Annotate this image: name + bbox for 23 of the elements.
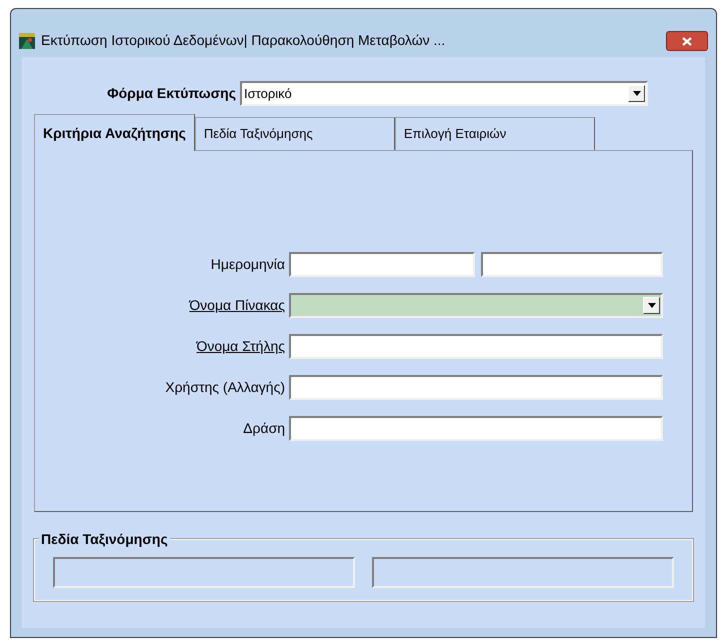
date-from-field[interactable]: [289, 252, 475, 277]
window-title: Εκτύπωση Ιστορικού Δεδομένων| Παρακολούθηση Μεταβολών ...: [41, 31, 446, 50]
tab[interactable]: Πεδία Ταξινόμησης: [194, 117, 395, 150]
text-field[interactable]: [289, 334, 663, 359]
caret-icon: [632, 91, 640, 96]
field-label: Δράση: [242, 419, 285, 438]
print-form-combo[interactable]: Ιστορικό: [240, 81, 648, 106]
tab[interactable]: Κριτήρια Αναζήτησης: [34, 114, 195, 151]
caret-icon: [648, 303, 656, 308]
print-form-label: Φόρμα Εκτύπωσης: [106, 84, 236, 103]
field-label[interactable]: Όνομα Πίνακας: [35, 295, 285, 316]
dropdown-button[interactable]: [643, 297, 660, 314]
close-icon: [682, 36, 692, 46]
tab[interactable]: Επιλογή Εταιριών: [394, 117, 595, 150]
field-label[interactable]: Όνομα Στήλης: [35, 336, 285, 357]
dropdown-button[interactable]: [628, 85, 645, 102]
close-button[interactable]: [666, 31, 708, 51]
text-field[interactable]: [289, 416, 663, 441]
field-label: Ημερομηνία: [210, 255, 285, 274]
date-to-field[interactable]: [481, 252, 663, 277]
text-field[interactable]: [289, 375, 663, 400]
app-icon: [19, 33, 35, 49]
field-label: Χρήστης (Αλλαγής): [164, 378, 285, 397]
